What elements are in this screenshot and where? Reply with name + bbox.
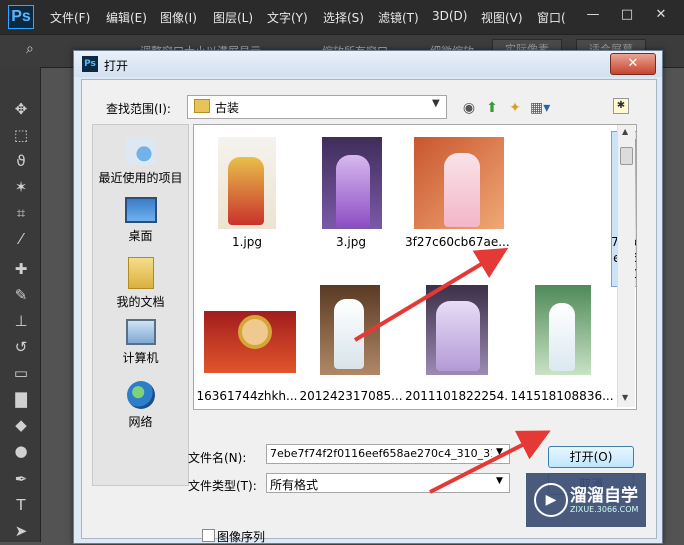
watermark-url: ZIXUE.3066.COM xyxy=(570,505,639,514)
watermark-logo: ▶ 溜溜自学 ZIXUE.3066.COM xyxy=(526,473,646,527)
watermark-name: 溜溜自学 xyxy=(570,486,638,506)
play-icon: ▶ xyxy=(534,483,568,517)
annotation-arrows xyxy=(353,247,551,494)
arrow-to-open-button xyxy=(429,430,551,494)
arrow-to-selected-file xyxy=(353,247,509,342)
